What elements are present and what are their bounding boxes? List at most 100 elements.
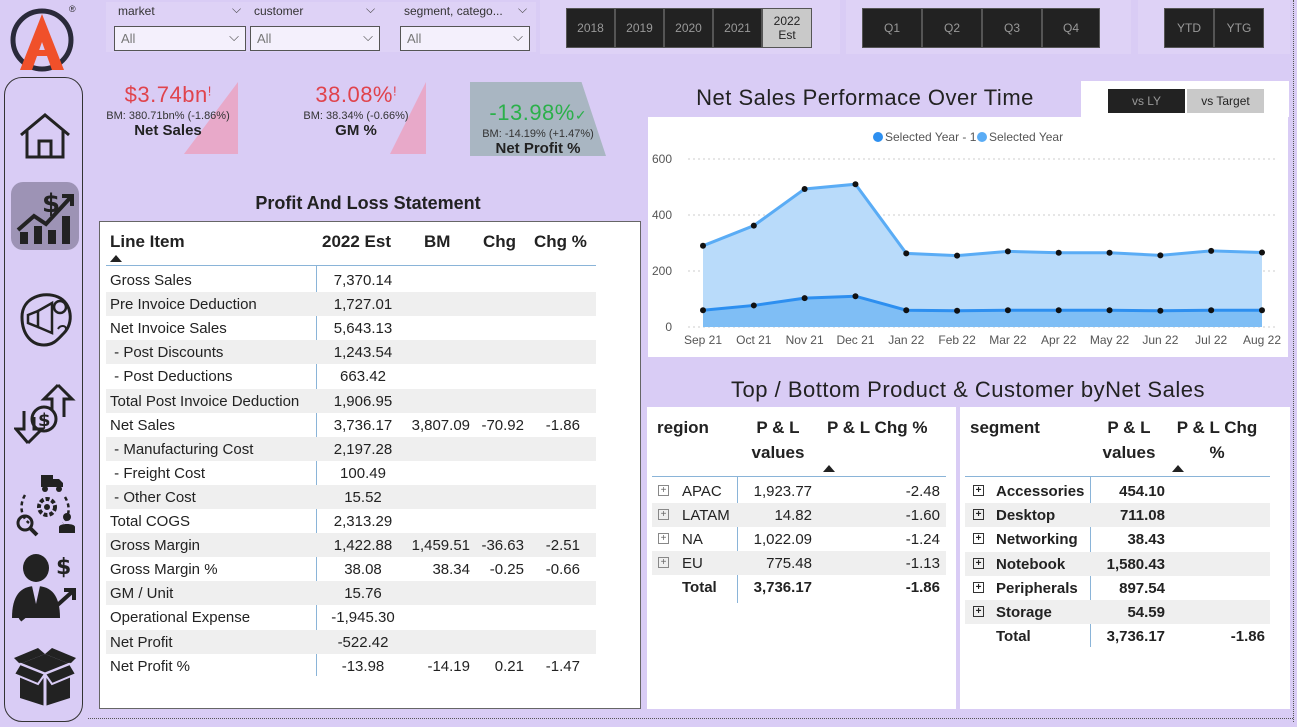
legend-label[interactable]: Selected Year	[989, 130, 1063, 144]
region-row[interactable]: + EU 775.48 -1.13	[652, 551, 946, 575]
segment-row[interactable]: + Storage 54.59	[965, 600, 1270, 624]
expand-icon[interactable]: +	[973, 557, 984, 569]
data-point[interactable]	[903, 307, 910, 314]
year-button[interactable]: 2018	[566, 8, 615, 48]
finance-exchange-icon[interactable]: $	[11, 380, 79, 448]
sort-ascending-icon[interactable]	[1172, 465, 1184, 472]
sort-ascending-icon[interactable]	[110, 255, 122, 262]
data-point[interactable]	[700, 307, 706, 314]
marketing-view-icon[interactable]	[11, 284, 79, 352]
pl-values-header[interactable]: P & L values	[743, 415, 813, 465]
year-button[interactable]: 2021	[713, 8, 762, 48]
pl-header-chg-pct[interactable]: Chg %	[534, 232, 587, 252]
pl-header-est[interactable]: 2022 Est	[322, 232, 391, 252]
data-point[interactable]	[1055, 307, 1062, 314]
expand-icon[interactable]: +	[658, 509, 669, 520]
pl-header-line-item[interactable]: Line Item	[110, 232, 185, 252]
pl-row[interactable]: - Post Discounts 1,243.54	[106, 340, 596, 365]
pl-chg-pct-header[interactable]: P & L Chg %	[1172, 415, 1262, 465]
pl-row[interactable]: Net Profit -522.42	[106, 629, 596, 654]
data-point[interactable]	[1004, 307, 1011, 314]
ytd-button[interactable]: YTD	[1164, 8, 1214, 48]
expand-icon[interactable]: +	[973, 485, 984, 496]
segment-row[interactable]: + Peripherals 897.54	[965, 576, 1270, 600]
segment-row[interactable]: + Desktop 711.08	[965, 503, 1270, 528]
data-point[interactable]	[1208, 247, 1215, 254]
expand-icon[interactable]: +	[973, 533, 984, 545]
ytg-button[interactable]: YTG	[1214, 8, 1264, 48]
chevron-down-icon[interactable]: ⌵	[366, 2, 375, 17]
data-point[interactable]	[852, 181, 859, 188]
segment-row[interactable]: + Accessories 454.10	[965, 479, 1270, 503]
data-point[interactable]	[1259, 249, 1265, 256]
quarter-button[interactable]: Q2	[922, 8, 982, 48]
sort-ascending-icon[interactable]	[823, 465, 835, 472]
data-point[interactable]	[954, 252, 961, 259]
region-row[interactable]: + LATAM 14.82 -1.60	[652, 503, 946, 527]
expand-icon[interactable]: +	[973, 606, 984, 617]
pl-row[interactable]: Net Profit % -13.98 -14.19 0.21 -1.47	[106, 654, 596, 678]
pl-values-header[interactable]: P & L values	[1094, 415, 1164, 465]
data-point[interactable]	[903, 250, 910, 257]
region-row[interactable]: + NA 1,022.09 -1.24	[652, 527, 946, 551]
pl-row[interactable]: Total Post Invoice Deduction 1,906.95	[106, 388, 596, 413]
region-header[interactable]: region	[657, 415, 709, 440]
segment-row[interactable]: + Networking 38.43	[965, 527, 1270, 551]
year-button[interactable]: 2019	[615, 8, 664, 48]
data-point[interactable]	[852, 293, 859, 300]
data-point[interactable]	[801, 185, 808, 192]
expand-icon[interactable]: +	[973, 509, 984, 521]
pl-row[interactable]: Net Invoice Sales 5,643.13	[106, 316, 596, 340]
data-point[interactable]	[1157, 252, 1164, 259]
chevron-down-icon[interactable]: ⌵	[232, 2, 241, 17]
pl-row[interactable]: Gross Margin % 38.08 38.34 -0.25 -0.66	[106, 557, 596, 581]
chevron-down-icon[interactable]: ⌵	[518, 2, 527, 17]
quarter-button[interactable]: Q4	[1042, 8, 1100, 48]
pl-row[interactable]: Total COGS 2,313.29	[106, 509, 596, 533]
market-select[interactable]: All ⌵	[114, 26, 246, 51]
pl-row[interactable]: Gross Sales 7,370.14	[106, 268, 596, 292]
expand-icon[interactable]: +	[658, 557, 669, 568]
data-point[interactable]	[1259, 307, 1265, 314]
segment-header[interactable]: segment	[970, 415, 1040, 440]
data-point[interactable]	[750, 222, 757, 229]
pl-row[interactable]: - Manufacturing Cost 2,197.28	[106, 436, 596, 461]
segment-select[interactable]: All ⌵	[400, 26, 530, 51]
data-point[interactable]	[801, 295, 808, 302]
year-button-selected[interactable]: 2022 Est	[762, 8, 812, 48]
data-point[interactable]	[954, 307, 961, 314]
executive-view-icon[interactable]: $	[11, 554, 79, 622]
quarter-button[interactable]: Q1	[862, 8, 922, 48]
pl-chg-pct-header[interactable]: P & L Chg %	[827, 415, 927, 440]
legend-label[interactable]: Selected Year - 1	[885, 130, 977, 144]
pl-row[interactable]: Operational Expense -1,945.30	[106, 605, 596, 629]
product-box-icon[interactable]	[11, 642, 79, 710]
pl-row[interactable]: Pre Invoice Deduction 1,727.01	[106, 292, 596, 317]
supply-chain-icon[interactable]	[11, 470, 79, 538]
vs-target-button[interactable]: vs Target	[1187, 89, 1264, 113]
vs-ly-button[interactable]: vs LY	[1108, 89, 1185, 113]
expand-icon[interactable]: +	[973, 581, 984, 593]
segment-row[interactable]: + Notebook 1,580.43	[965, 551, 1270, 576]
data-point[interactable]	[750, 302, 757, 309]
pl-header-chg[interactable]: Chg	[483, 232, 516, 252]
home-icon[interactable]	[11, 102, 79, 170]
finance-view-icon[interactable]: $	[11, 182, 79, 250]
customer-select[interactable]: All ⌵	[250, 26, 380, 51]
data-point[interactable]	[1157, 307, 1164, 314]
data-point[interactable]	[1106, 249, 1113, 256]
expand-icon[interactable]: +	[658, 533, 669, 544]
pl-row[interactable]: - Post Deductions 663.42	[106, 364, 596, 388]
pl-header-bm[interactable]: BM	[424, 232, 450, 252]
expand-icon[interactable]: +	[658, 485, 669, 496]
data-point[interactable]	[1106, 307, 1113, 314]
data-point[interactable]	[1055, 249, 1062, 256]
pl-row[interactable]: GM / Unit 15.76	[106, 581, 596, 606]
pl-row[interactable]: Net Sales 3,736.17 3,807.09 -70.92 -1.86	[106, 413, 596, 437]
pl-row[interactable]: Gross Margin 1,422.88 1,459.51 -36.63 -2.51	[106, 533, 596, 558]
data-point[interactable]	[1208, 307, 1215, 314]
legend-marker[interactable]	[873, 132, 883, 142]
pl-row[interactable]: - Other Cost 15.52	[106, 484, 596, 509]
data-point[interactable]	[1004, 248, 1011, 255]
quarter-button[interactable]: Q3	[982, 8, 1042, 48]
